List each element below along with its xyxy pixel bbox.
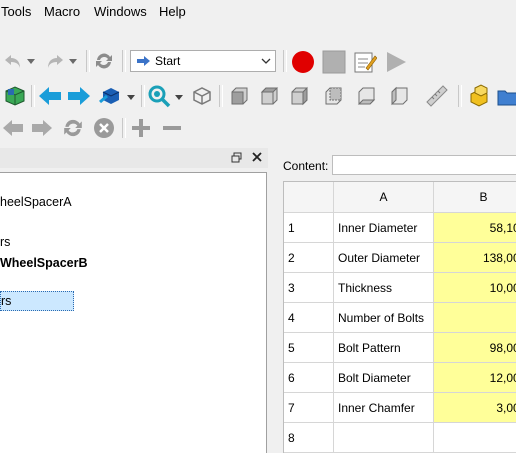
cell-a7[interactable]: Inner Chamfer bbox=[334, 393, 434, 423]
tree-item-selected[interactable]: rs bbox=[0, 291, 74, 311]
model-tree: heelSpacerA rs WheelSpacerB rs bbox=[0, 172, 267, 453]
cell-b1[interactable]: 58,10 m bbox=[434, 213, 516, 243]
redo-icon[interactable] bbox=[44, 50, 66, 72]
toolbar-view bbox=[0, 80, 516, 112]
menu-tools[interactable]: Tools bbox=[1, 4, 31, 20]
part-icon[interactable] bbox=[466, 83, 492, 109]
view-bottom-icon[interactable] bbox=[353, 83, 379, 109]
redo-dropdown-icon[interactable] bbox=[68, 56, 78, 66]
recompute-icon[interactable] bbox=[61, 116, 85, 140]
cell-b5[interactable]: 98,00 m bbox=[434, 333, 516, 363]
arrow-right-icon bbox=[137, 56, 150, 66]
toolbar-separator bbox=[219, 85, 223, 107]
back-arrow-icon[interactable] bbox=[37, 84, 63, 108]
column-header-b[interactable]: B bbox=[434, 182, 516, 213]
macro-edit-icon[interactable] bbox=[352, 49, 378, 75]
menu-macro[interactable]: Macro bbox=[44, 4, 80, 20]
row-header[interactable]: 1 bbox=[284, 213, 334, 243]
dropdown-icon[interactable] bbox=[126, 93, 136, 101]
float-icon[interactable] bbox=[231, 152, 242, 163]
tree-item-label: WheelSpacerB bbox=[0, 256, 88, 270]
menu-bar: Tools Macro Windows Help bbox=[0, 0, 516, 22]
menu-windows[interactable]: Windows bbox=[94, 4, 147, 20]
cell-b8[interactable] bbox=[434, 423, 516, 453]
cell-b4[interactable] bbox=[434, 303, 516, 333]
dropdown-icon[interactable] bbox=[174, 93, 184, 101]
row-header[interactable]: 8 bbox=[284, 423, 334, 453]
row-header[interactable]: 7 bbox=[284, 393, 334, 423]
macro-stop-icon[interactable] bbox=[321, 49, 347, 75]
row-header[interactable]: 3 bbox=[284, 273, 334, 303]
cell-a8[interactable] bbox=[334, 423, 434, 453]
tree-item-label: heelSpacerA bbox=[0, 195, 72, 209]
zoom-icon[interactable] bbox=[146, 83, 172, 109]
measure-icon[interactable] bbox=[424, 83, 450, 109]
tree-item[interactable]: rs bbox=[0, 235, 10, 249]
minus-icon[interactable] bbox=[160, 117, 184, 139]
chevron-down-icon bbox=[261, 58, 271, 64]
menu-help[interactable]: Help bbox=[159, 4, 186, 20]
macro-play-icon[interactable] bbox=[383, 49, 409, 75]
toolbar-separator bbox=[86, 50, 90, 72]
cell-a6[interactable]: Bolt Diameter bbox=[334, 363, 434, 393]
forward-icon[interactable] bbox=[29, 117, 55, 139]
undo-icon[interactable] bbox=[2, 50, 24, 72]
content-input[interactable] bbox=[332, 155, 516, 175]
cell-a5[interactable]: Bolt Pattern bbox=[334, 333, 434, 363]
row-header[interactable]: 4 bbox=[284, 303, 334, 333]
cell-a3[interactable]: Thickness bbox=[334, 273, 434, 303]
content-label: Content: bbox=[283, 159, 329, 173]
view-rear-icon[interactable] bbox=[320, 83, 346, 109]
row-header[interactable]: 5 bbox=[284, 333, 334, 363]
forward-arrow-icon[interactable] bbox=[66, 84, 92, 108]
view-top-icon[interactable] bbox=[256, 83, 282, 109]
row-header[interactable]: 2 bbox=[284, 243, 334, 273]
cell-b3[interactable]: 10,00 m bbox=[434, 273, 516, 303]
column-header-a[interactable]: A bbox=[334, 182, 434, 213]
macro-record-icon[interactable] bbox=[290, 49, 316, 75]
cell-b7[interactable]: 3,00 m bbox=[434, 393, 516, 423]
macro-workbench-icon[interactable] bbox=[98, 83, 124, 109]
row-header[interactable]: 6 bbox=[284, 363, 334, 393]
std-view-icon[interactable] bbox=[2, 83, 28, 109]
cell-a4[interactable]: Number of Bolts bbox=[334, 303, 434, 333]
folder-icon[interactable] bbox=[496, 83, 516, 109]
cell-a1[interactable]: Inner Diameter bbox=[334, 213, 434, 243]
toolbar-separator bbox=[141, 85, 145, 107]
macro-combo-value: Start bbox=[155, 54, 181, 68]
combo-view-header bbox=[0, 148, 268, 168]
toolbar-separator bbox=[458, 85, 462, 107]
tree-item[interactable]: heelSpacerA bbox=[0, 195, 72, 209]
toolbar-edit-macro: Start bbox=[0, 46, 516, 76]
tree-item-label: rs bbox=[0, 235, 11, 249]
stop-icon[interactable] bbox=[92, 116, 116, 140]
view-axo-icon[interactable] bbox=[189, 83, 215, 109]
close-icon[interactable] bbox=[252, 152, 262, 162]
toolbar-separator bbox=[31, 85, 35, 107]
toolbar-separator bbox=[283, 50, 287, 72]
cell-b2[interactable]: 138,00 m bbox=[434, 243, 516, 273]
cell-b6[interactable]: 12,00 m bbox=[434, 363, 516, 393]
view-front-icon[interactable] bbox=[226, 83, 252, 109]
refresh-icon[interactable] bbox=[92, 50, 116, 72]
tree-item[interactable]: WheelSpacerB bbox=[0, 256, 88, 270]
spreadsheet: A B 1 Inner Diameter 58,10 m 2 Outer Dia… bbox=[283, 181, 516, 453]
tree-item-label: rs bbox=[1, 294, 12, 308]
undo-dropdown-icon[interactable] bbox=[26, 56, 36, 66]
toolbar-structure bbox=[0, 114, 516, 142]
plus-icon[interactable] bbox=[129, 117, 153, 139]
view-right-icon[interactable] bbox=[286, 83, 312, 109]
view-left-icon[interactable] bbox=[386, 83, 412, 109]
back-icon[interactable] bbox=[0, 117, 26, 139]
macro-combo[interactable]: Start bbox=[130, 50, 276, 72]
cell-a2[interactable]: Outer Diameter bbox=[334, 243, 434, 273]
toolbar-separator bbox=[122, 50, 126, 72]
corner-header[interactable] bbox=[284, 182, 334, 213]
toolbar-separator bbox=[122, 118, 126, 138]
